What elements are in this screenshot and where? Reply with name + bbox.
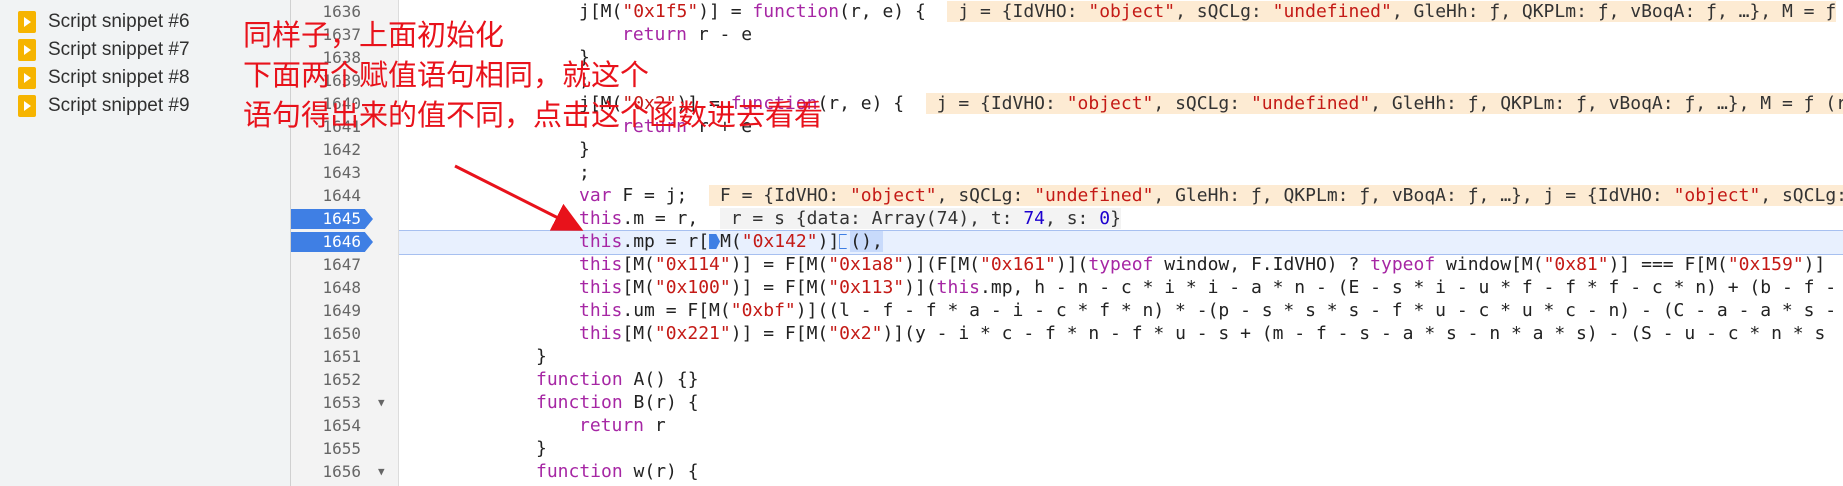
line-number[interactable]: 1656 [291, 460, 361, 483]
annotation-line-1: 同样子，上面初始化 [243, 20, 505, 52]
annotation-text: 同样子，上面初始化 下面两个赋值语句相同，就这个 语句得出来的值不同，点击这个函… [243, 16, 823, 136]
snippet-label: Script snippet #6 [48, 11, 190, 32]
line-number[interactable]: 1650 [291, 322, 361, 345]
line-number[interactable]: 1648 [291, 276, 361, 299]
code-line-1654: return r [579, 415, 666, 436]
line-number[interactable]: 1642 [291, 138, 361, 161]
code-line-1652: function A() {} [536, 369, 699, 390]
annotation-line-3: 语句得出来的值不同，点击这个函数进去看看 [243, 100, 824, 132]
inline-value: j = {IdVHO: "object", sQCLg: "undefined"… [925, 93, 1843, 114]
line-number[interactable]: 1647 [291, 253, 361, 276]
line-number[interactable]: 1651 [291, 345, 361, 368]
code-line-1649: this.um = F[M("0xbf")]((l - f - f * a - … [579, 300, 1837, 321]
code-line-1648: this[M("0x100")] = F[M("0x113")](this.mp… [579, 277, 1837, 298]
code-line-1656: function w(r) { [536, 461, 699, 482]
line-number-breakpoint[interactable]: 1645 [291, 207, 361, 230]
fold-arrow-icon[interactable]: ▼ [378, 460, 385, 483]
code-line-1645: this.m = r, r = s {data: Array(74), t: 7… [579, 208, 1121, 229]
code-line-1647: this[M("0x114")] = F[M("0x1a8")](F[M("0x… [579, 254, 1826, 275]
code-line-1650: this[M("0x221")] = F[M("0x2")](y - i * c… [579, 323, 1826, 344]
snippet-label: Script snippet #8 [48, 67, 190, 88]
code-line-1646: this.mp = r[M("0x142")] (), [579, 231, 883, 252]
line-number[interactable]: 1654 [291, 414, 361, 437]
step-into-marker-icon[interactable] [839, 234, 851, 249]
sidebar-item-snippet-9[interactable]: Script snippet #9 [18, 90, 190, 122]
code-line-1655: } [536, 438, 547, 459]
fold-arrow-icon[interactable]: ▼ [378, 391, 385, 414]
script-snippet-icon [18, 11, 36, 33]
inline-value: j = {IdVHO: "object", sQCLg: "undefined"… [947, 1, 1837, 22]
line-number[interactable]: 1649 [291, 299, 361, 322]
inline-value: r = s {data: Array(74), t: 74, s: 0} [719, 208, 1121, 229]
line-number[interactable]: 1652 [291, 368, 361, 391]
annotation-line-2: 下面两个赋值语句相同，就这个 [243, 60, 650, 92]
code-line-1643: ; [579, 162, 590, 183]
line-number-breakpoint[interactable]: 1646 [291, 230, 361, 253]
inline-value: F = {IdVHO: "object", sQCLg: "undefined"… [709, 185, 1843, 206]
code-line-1653: function B(r) { [536, 392, 699, 413]
snippet-label: Script snippet #7 [48, 39, 190, 60]
script-snippet-icon [18, 95, 36, 117]
code-line-1644: var F = j; F = {IdVHO: "object", sQCLg: … [579, 184, 1843, 207]
line-number[interactable]: 1655 [291, 437, 361, 460]
line-number[interactable]: 1644 [291, 184, 361, 207]
line-number[interactable]: 1643 [291, 161, 361, 184]
script-snippet-icon [18, 67, 36, 89]
line-number[interactable]: 1653 [291, 391, 361, 414]
snippet-label: Script snippet #9 [48, 95, 190, 116]
step-marker-icon[interactable] [709, 234, 721, 249]
code-line-1651: } [536, 346, 547, 367]
code-line-1642: } [579, 139, 590, 160]
script-snippet-icon [18, 39, 36, 61]
